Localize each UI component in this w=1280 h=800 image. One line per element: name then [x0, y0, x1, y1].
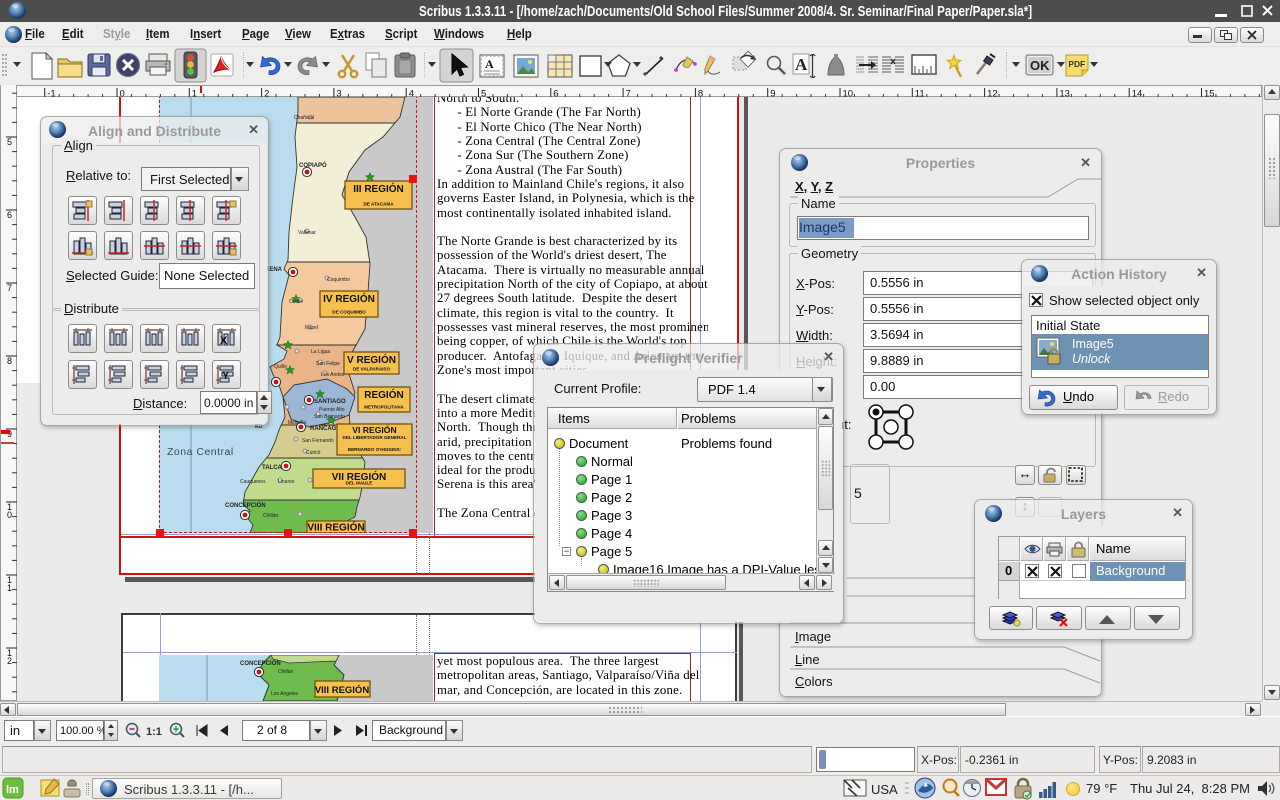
svg-text:CONCEPCIÓN: CONCEPCIÓN — [240, 659, 281, 667]
svg-text:Y: Y — [222, 370, 230, 382]
svg-text:lm: lm — [6, 784, 19, 796]
svg-text:USA: USA — [871, 782, 898, 797]
svg-text:1: 1 — [7, 583, 12, 593]
svg-text:5: 5 — [7, 137, 12, 147]
svg-text:VIII REGIÓN: VIII REGIÓN — [315, 684, 370, 696]
svg-text:Chillán: Chillán — [278, 669, 294, 675]
svg-text:A: A — [795, 55, 808, 74]
svg-text:7: 7 — [7, 283, 12, 293]
svg-text:0: 0 — [7, 510, 12, 520]
svg-text:2: 2 — [7, 656, 12, 666]
svg-text:OK: OK — [1030, 58, 1050, 73]
svg-text:1:1: 1:1 — [146, 726, 162, 738]
svg-text:A: A — [485, 57, 494, 71]
svg-text:Los Angeles: Los Angeles — [271, 691, 299, 697]
svg-text:X: X — [220, 335, 228, 347]
svg-text:8: 8 — [7, 356, 12, 366]
svg-text:PDF: PDF — [1068, 59, 1085, 69]
svg-text:6: 6 — [7, 210, 12, 220]
